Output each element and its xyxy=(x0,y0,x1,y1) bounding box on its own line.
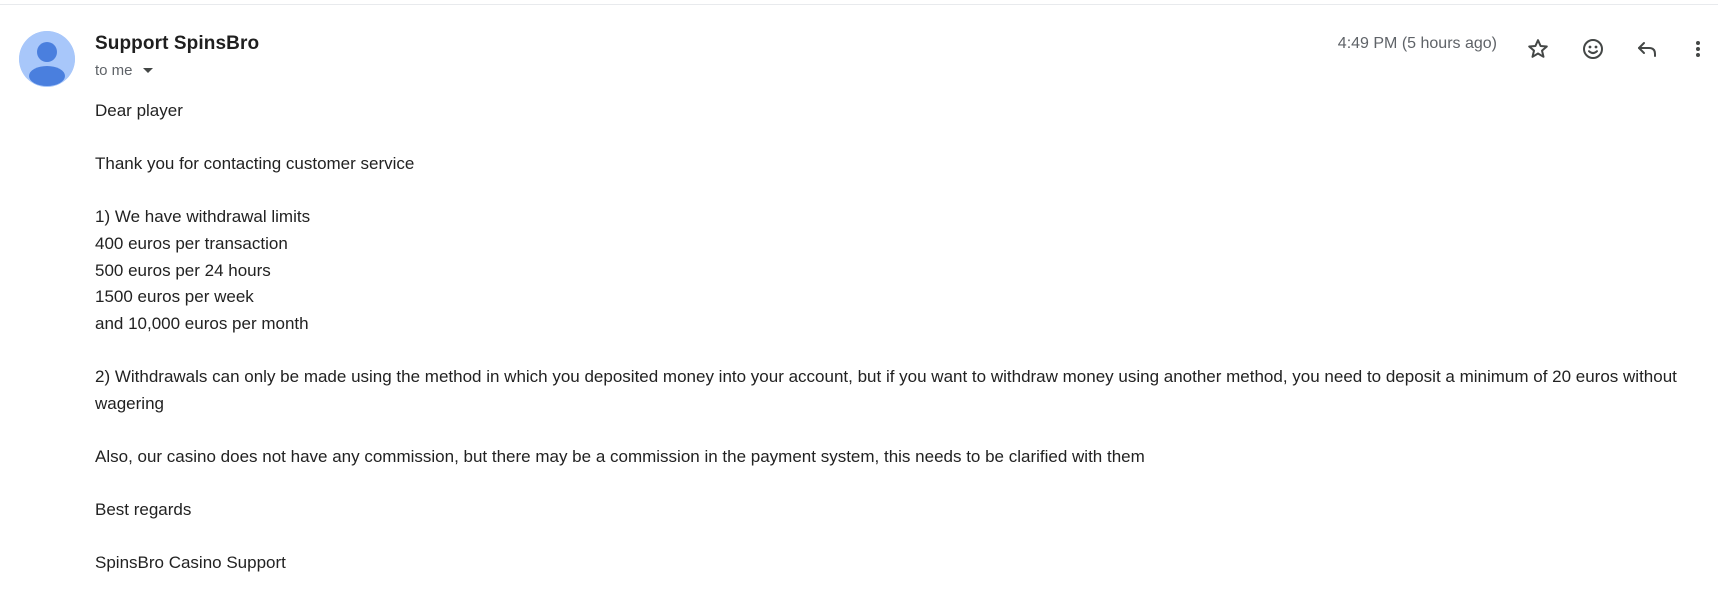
show-details-dropdown[interactable] xyxy=(140,63,156,79)
more-vert-icon xyxy=(1696,41,1700,57)
limit-item: 400 euros per transaction xyxy=(95,233,288,253)
signature-text: SpinsBro Casino Support xyxy=(95,553,286,573)
sender-avatar[interactable] xyxy=(19,31,75,87)
message-timestamp: 4:49 PM (5 hours ago) xyxy=(1337,35,1497,52)
limit-item: 1500 euros per week xyxy=(95,287,254,307)
closing-text: Best regards xyxy=(95,499,192,519)
star-icon xyxy=(1528,39,1548,58)
add-reaction-button[interactable] xyxy=(1573,29,1613,69)
reply-icon xyxy=(1638,42,1656,57)
emoji-icon xyxy=(1583,39,1603,59)
limit-item: 500 euros per 24 hours xyxy=(95,260,271,280)
star-button[interactable] xyxy=(1518,29,1558,69)
limits-block: 1) We have withdrawal limits 400 euros p… xyxy=(95,204,1695,337)
message-body: Dear player Thank you for contacting cus… xyxy=(95,98,1695,603)
recipient-label: to me xyxy=(95,62,133,79)
limits-heading: 1) We have withdrawal limits xyxy=(95,207,311,227)
commission-text: Also, our casino does not have any commi… xyxy=(95,446,1145,466)
limit-item: and 10,000 euros per month xyxy=(95,313,309,333)
more-options-button[interactable] xyxy=(1682,29,1714,69)
sender-name: Support SpinsBro xyxy=(95,33,260,54)
reply-button[interactable] xyxy=(1627,29,1667,69)
greeting-text: Dear player xyxy=(95,101,183,120)
header-divider xyxy=(0,0,1718,5)
caret-down-icon xyxy=(142,67,153,73)
person-icon xyxy=(19,31,75,87)
recipient-line: to me xyxy=(95,62,156,79)
withdrawal-method-text: 2) Withdrawals can only be made using th… xyxy=(95,366,1677,413)
thanks-text: Thank you for contacting customer servic… xyxy=(95,154,415,174)
